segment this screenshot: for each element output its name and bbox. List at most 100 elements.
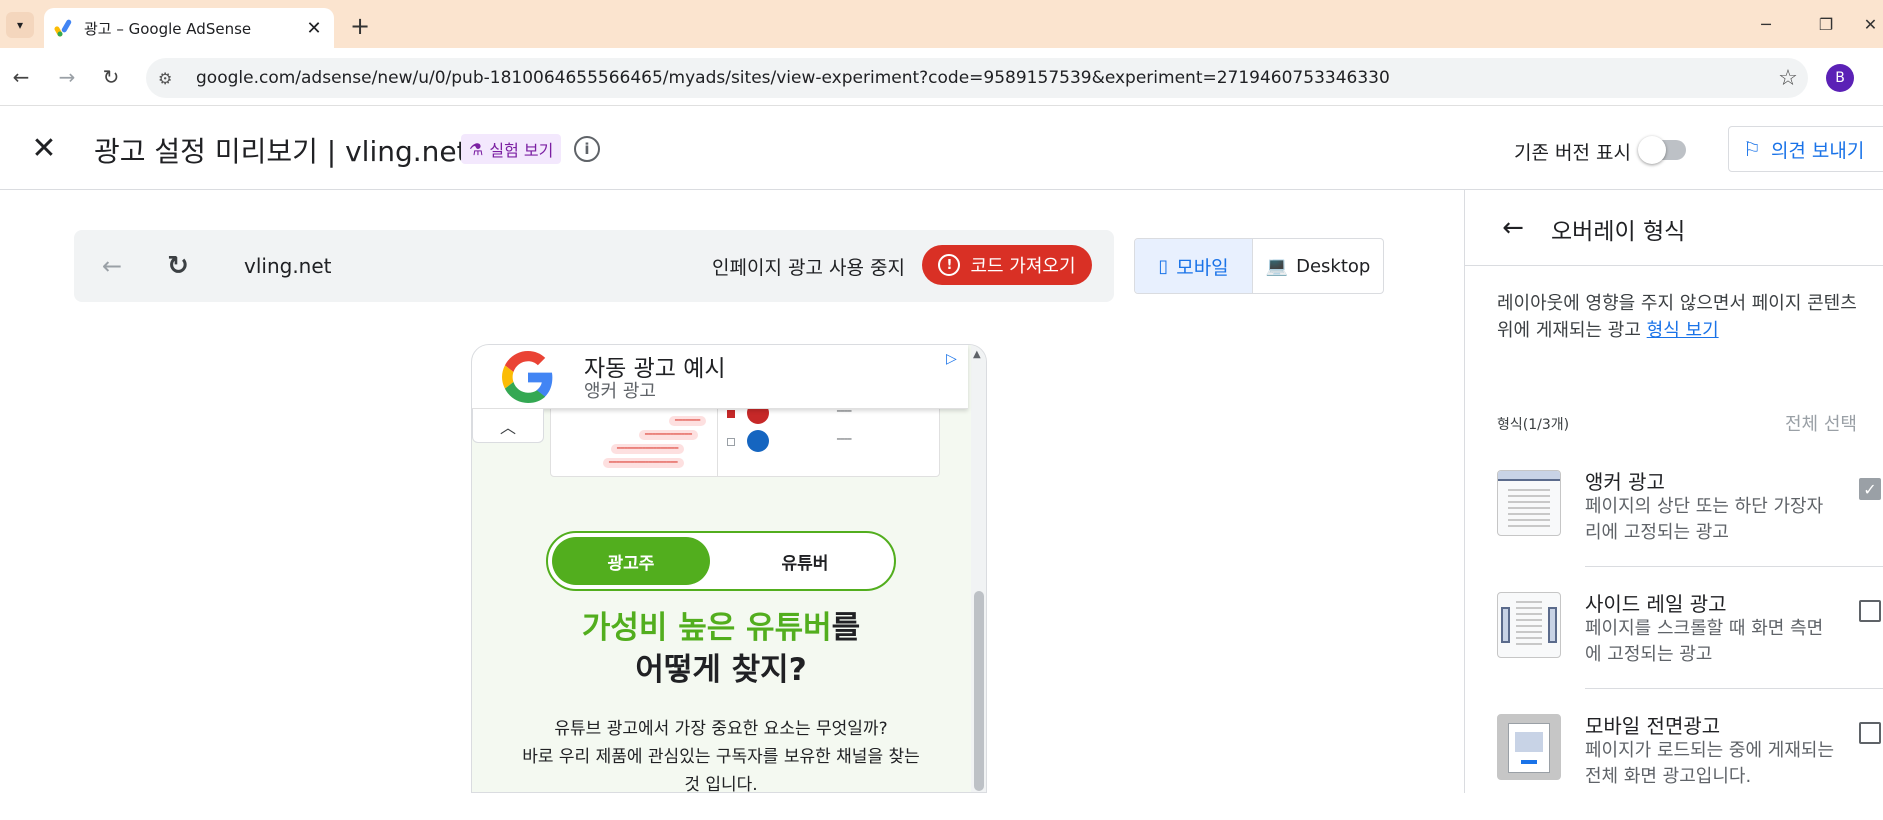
app-header: ✕ 광고 설정 미리보기 | vling.net ⚗ 실험 보기 i 기존 버전… <box>0 106 1883 190</box>
forward-arrow-icon[interactable]: → <box>52 62 82 92</box>
panel-header: ← 오버레이 형식 <box>1465 190 1883 266</box>
segment-advertiser[interactable]: 광고주 <box>552 537 710 585</box>
body-line: 유튜브 광고에서 가장 중요한 요소는 무엇일까? <box>554 719 888 739</box>
format-checkbox-side-rail[interactable] <box>1859 600 1881 622</box>
format-name: 앵커 광고 <box>1585 470 1665 494</box>
overlay-format-panel: ← 오버레이 형식 레이아웃에 영향을 주지 않으면서 페이지 콘텐츠 위에 게… <box>1464 190 1883 793</box>
thumb-lines <box>1508 489 1550 531</box>
experiment-chip-label: 실험 보기 <box>489 141 554 160</box>
url-text[interactable]: google.com/adsense/new/u/0/pub-181006465… <box>196 68 1768 88</box>
restore-icon[interactable]: ❐ <box>1806 10 1846 38</box>
browser-tab[interactable]: 광고 – Google AdSense ✕ <box>44 8 334 48</box>
desktop-label: Desktop <box>1296 255 1371 277</box>
mobile-label: 모바일 <box>1176 256 1229 279</box>
shot-text: ━━━━ <box>837 408 852 415</box>
reload-icon[interactable]: ↻ <box>96 62 126 92</box>
desktop-view-button[interactable]: 💻 Desktop <box>1253 239 1383 293</box>
shot-checkbox <box>727 438 735 446</box>
ad-example-subtitle: 앵커 광고 <box>584 381 656 402</box>
thumb-rail <box>1548 607 1557 643</box>
preview-back-icon[interactable]: ← <box>96 250 128 282</box>
mobile-preview-frame: 자동 광고 예시 앵커 광고 ▷ ︿ ━━━━━━━ ━━━━━━━━━ ━━━━… <box>471 344 987 793</box>
format-name: 사이드 레일 광고 <box>1585 592 1727 616</box>
panel-description: 레이아웃에 영향을 주지 않으면서 페이지 콘텐츠 위에 게재되는 광고 형식 … <box>1497 290 1857 344</box>
body-line: 바로 우리 제품에 관심있는 구독자를 보유한 채널을 찾는 <box>522 747 920 767</box>
experiment-chip[interactable]: ⚗ 실험 보기 <box>461 134 562 164</box>
address-bar-row: ← → ↻ ⚙ google.com/adsense/new/u/0/pub-1… <box>0 48 1883 106</box>
page-title: 광고 설정 미리보기 | vling.net <box>94 135 468 168</box>
format-option-vignette[interactable]: 모바일 전면광고 페이지가 로드되는 중에 게재되는 전체 화면 광고입니다. <box>1497 710 1883 820</box>
body-line: 것 입니다. <box>684 775 758 793</box>
new-tab-button[interactable]: + <box>346 12 374 40</box>
segment-youtuber[interactable]: 유튜버 <box>720 537 890 585</box>
panel-back-icon[interactable]: ← <box>1497 212 1529 244</box>
side-rail-thumbnail-icon <box>1497 592 1561 658</box>
adsense-favicon-icon <box>54 19 72 37</box>
format-option-anchor[interactable]: 앵커 광고 페이지의 상단 또는 하단 가장자리에 고정되는 광고 ✓ <box>1497 466 1883 576</box>
panel-title: 오버레이 형식 <box>1551 219 1686 245</box>
minimize-icon[interactable]: ─ <box>1746 10 1786 38</box>
shot-chip: ━━━━━━━━━━━━━━━━━━━ <box>603 458 684 468</box>
shot-checkbox <box>727 410 735 418</box>
thumb-screen <box>1508 723 1550 773</box>
legacy-toggle-label: 기존 버전 표시 <box>1514 142 1631 164</box>
browser-tab-bar: ▾ 광고 – Google AdSense ✕ + ─ ❐ ✕ <box>0 0 1883 48</box>
tab-search-button[interactable]: ▾ <box>6 12 34 38</box>
info-icon[interactable]: i <box>574 136 600 162</box>
divider <box>1585 566 1883 567</box>
preview-reload-icon[interactable]: ↻ <box>162 250 194 282</box>
anchor-ad-example[interactable]: 자동 광고 예시 앵커 광고 ▷ <box>472 345 968 409</box>
mobile-view-button[interactable]: ▯ 모바일 <box>1135 239 1253 293</box>
thumb-button <box>1521 760 1537 764</box>
preview-body-copy: 유튜브 광고에서 가장 중요한 요소는 무엇일까? 바로 우리 제품에 관심있는… <box>492 715 950 793</box>
shot-divider <box>717 400 718 476</box>
thumb-bar <box>1498 471 1560 481</box>
format-checkbox-vignette[interactable] <box>1859 722 1881 744</box>
feedback-icon: ⚐ <box>1743 137 1761 161</box>
collapse-ad-button[interactable]: ︿ <box>472 409 544 443</box>
select-all-link[interactable]: 전체 선택 <box>1785 410 1857 436</box>
google-logo-icon <box>502 351 553 403</box>
site-info-icon[interactable]: ⚙ <box>158 69 188 88</box>
adchoices-icon[interactable]: ▷ <box>946 351 957 367</box>
view-formats-link[interactable]: 형식 보기 <box>1647 320 1719 341</box>
back-arrow-icon[interactable]: ← <box>6 62 36 92</box>
headline-highlight: 가성비 높은 유튜버 <box>581 610 832 646</box>
shot-chip: ━━━━━━━━━━━━━━━━━ <box>611 444 685 454</box>
preview-toolbar: ← ↻ vling.net 인페이지 광고 사용 중지 ! 코드 가져오기 <box>74 230 1114 302</box>
bookmark-star-icon[interactable]: ☆ <box>1768 66 1808 91</box>
divider <box>1585 688 1883 689</box>
thumb-rail <box>1501 607 1510 643</box>
laptop-icon: 💻 <box>1265 255 1289 277</box>
channel-logo-icon <box>747 430 769 452</box>
preview-headline: 가성비 높은 유튜버를 어떻게 찾지? <box>492 607 950 691</box>
toggle-knob <box>1638 136 1666 164</box>
profile-avatar[interactable]: B <box>1826 64 1854 92</box>
scroll-up-icon[interactable]: ▲ <box>973 349 981 360</box>
audience-segmented-control: 광고주 유튜버 <box>546 531 896 591</box>
thumb-lines <box>1516 601 1542 649</box>
chevron-up-icon: ︿ <box>499 417 516 437</box>
format-option-side-rail[interactable]: 사이드 레일 광고 페이지를 스크롤할 때 화면 측면에 고정되는 광고 <box>1497 588 1883 698</box>
preview-scrollbar[interactable]: ▲ <box>971 345 986 792</box>
omnibox[interactable]: ⚙ google.com/adsense/new/u/0/pub-1810064… <box>146 58 1808 98</box>
anchor-ad-thumbnail-icon <box>1497 470 1561 536</box>
tab-title: 광고 – Google AdSense <box>84 19 252 38</box>
scrollbar-thumb[interactable] <box>974 591 984 791</box>
preview-site-url: vling.net <box>244 254 332 278</box>
alert-icon: ! <box>938 254 961 276</box>
close-preview-icon[interactable]: ✕ <box>28 131 60 166</box>
vignette-thumbnail-icon <box>1497 714 1561 780</box>
format-checkbox-anchor[interactable]: ✓ <box>1859 478 1881 500</box>
site-screenshot-thumbnail: ━━━━━━━ ━━━━━━━━━ ━━━━ ━━━ ━━━━━━━━━━━━━ ━… <box>550 399 940 477</box>
inpage-ads-stop-label: 인페이지 광고 사용 중지 <box>712 257 905 279</box>
window-close-icon[interactable]: ✕ <box>1858 10 1883 38</box>
thumb-ad <box>1515 732 1543 752</box>
shot-chip: ━━━━━━━ <box>669 416 707 426</box>
smartphone-icon: ▯ <box>1158 255 1169 277</box>
shot-chip: ━━━━━━━━━━━━━ <box>639 430 698 440</box>
close-tab-icon[interactable]: ✕ <box>302 16 326 40</box>
get-code-button[interactable]: ! 코드 가져오기 <box>922 245 1092 285</box>
send-feedback-button[interactable]: ⚐ 의견 보내기 <box>1728 126 1883 172</box>
legacy-version-toggle[interactable] <box>1638 136 1686 164</box>
